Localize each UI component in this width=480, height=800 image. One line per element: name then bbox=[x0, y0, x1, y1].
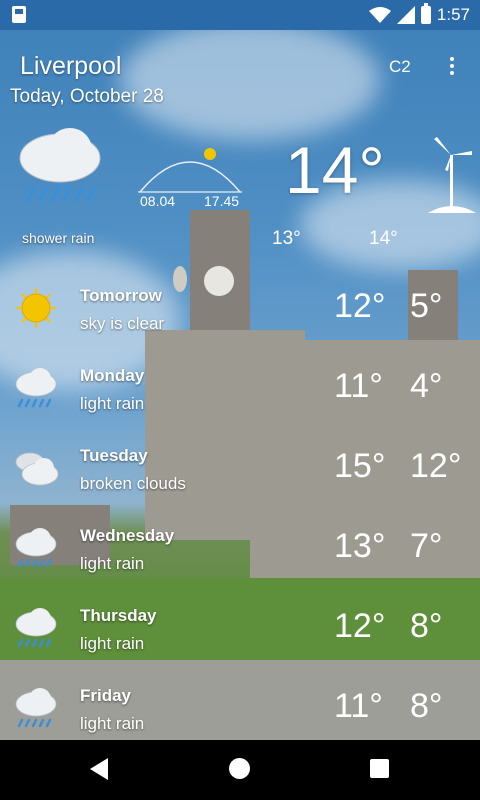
overflow-menu-icon[interactable] bbox=[446, 55, 458, 77]
cloud-rain-icon bbox=[15, 368, 57, 408]
forecast-condition: light rain bbox=[80, 634, 145, 653]
cloud-rain-icon bbox=[15, 528, 57, 568]
forecast-low: 8° bbox=[410, 687, 443, 725]
sunset-time: 17.45 bbox=[204, 193, 240, 209]
forecast-day: Friday bbox=[80, 686, 132, 705]
today-low: 13° bbox=[272, 228, 301, 249]
forecast-low: 12° bbox=[410, 447, 462, 485]
home-icon[interactable] bbox=[229, 758, 250, 779]
signal-icon bbox=[396, 6, 415, 24]
sun-icon bbox=[16, 288, 56, 328]
forecast-condition: light rain bbox=[80, 714, 145, 733]
forecast-high: 11° bbox=[334, 687, 383, 725]
forecast-condition: light rain bbox=[80, 554, 145, 573]
status-time: 1:57 bbox=[436, 5, 470, 24]
unit-button[interactable]: C2 bbox=[389, 57, 411, 77]
current-temperature: 14° bbox=[285, 133, 385, 207]
forecast-condition: light rain bbox=[80, 394, 145, 413]
forecast-high: 11° bbox=[334, 367, 383, 405]
cloud-rain-icon bbox=[15, 608, 57, 648]
cloud-rain-icon bbox=[19, 128, 101, 202]
forecast-high: 12° bbox=[334, 607, 386, 645]
forecast-day: Wednesday bbox=[80, 526, 175, 545]
city-name: Liverpool bbox=[20, 52, 122, 80]
wind-turbine-icon bbox=[428, 137, 476, 213]
forecast-day: Tuesday bbox=[80, 446, 148, 465]
battery-icon bbox=[420, 3, 431, 24]
forecast-condition: sky is clear bbox=[80, 314, 165, 333]
forecast-day: Monday bbox=[80, 366, 145, 385]
today-condition: shower rain bbox=[22, 230, 95, 246]
today-high: 14° bbox=[369, 228, 398, 249]
back-icon[interactable] bbox=[90, 758, 108, 780]
forecast-row[interactable]: Monday light rain 11° 4° bbox=[0, 362, 480, 442]
forecast-row[interactable]: Friday light rain 11° 8° bbox=[0, 682, 480, 740]
forecast-day: Thursday bbox=[80, 606, 157, 625]
wifi-icon bbox=[368, 7, 391, 23]
sd-card-icon bbox=[12, 6, 26, 23]
current-date: Today, October 28 bbox=[10, 86, 164, 107]
clouds-icon bbox=[15, 452, 59, 486]
cloud-rain-icon bbox=[15, 688, 57, 728]
forecast-low: 4° bbox=[410, 367, 443, 405]
sunrise-time: 08.04 bbox=[140, 193, 176, 209]
forecast-row[interactable]: Wednesday light rain 13° 7° bbox=[0, 522, 480, 602]
forecast-condition: broken clouds bbox=[80, 474, 186, 493]
forecast-high: 12° bbox=[334, 287, 386, 325]
forecast-row[interactable]: Tuesday broken clouds 15° 12° bbox=[0, 442, 480, 522]
forecast-low: 5° bbox=[410, 287, 443, 325]
forecast-high: 13° bbox=[334, 527, 386, 565]
forecast-low: 7° bbox=[410, 527, 443, 565]
forecast-low: 8° bbox=[410, 607, 443, 645]
forecast-day: Tomorrow bbox=[80, 286, 162, 305]
forecast-high: 15° bbox=[334, 447, 386, 485]
recent-apps-icon[interactable] bbox=[370, 759, 389, 778]
sun-arc-icon bbox=[138, 148, 242, 193]
forecast-row[interactable]: Tomorrow sky is clear 12° 5° bbox=[0, 282, 480, 362]
forecast-row[interactable]: Thursday light rain 12° 8° bbox=[0, 602, 480, 682]
status-bar: 1:57 bbox=[0, 0, 480, 30]
